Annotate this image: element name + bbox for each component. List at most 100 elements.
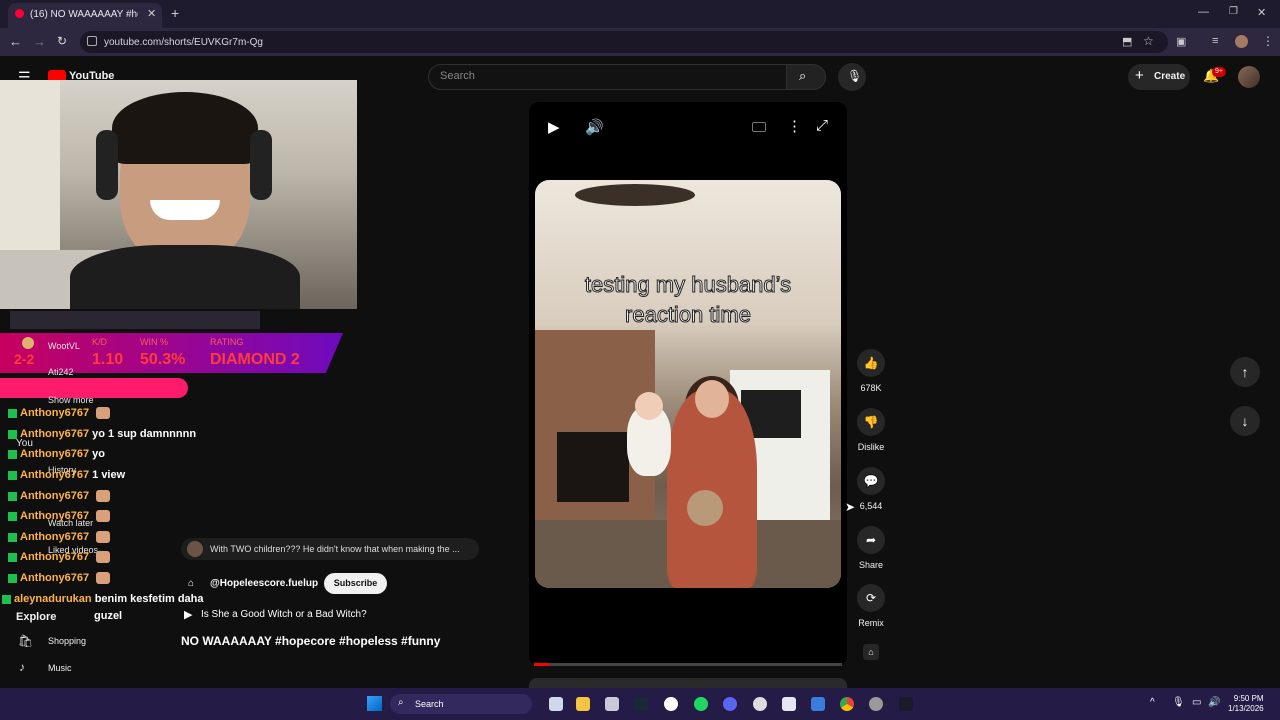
remix-icon: ⟳ <box>865 591 877 605</box>
fullscreen-icon[interactable]: ⤢ <box>816 117 828 134</box>
clock-date: 1/13/2026 <box>1228 704 1264 713</box>
account-avatar[interactable] <box>1238 66 1260 88</box>
windows-start-icon[interactable] <box>367 696 382 711</box>
woman-face <box>695 380 729 418</box>
sound-channel-icon[interactable]: ⌂ <box>863 644 879 660</box>
taskbar-search-box[interactable] <box>390 694 532 714</box>
mod-badge-icon <box>8 429 17 439</box>
minimize-icon[interactable]: — <box>1198 6 1209 18</box>
spotify-icon[interactable] <box>694 697 708 711</box>
video-caption: testing my husband’s reaction time <box>548 270 828 330</box>
search-icon: ⌕ <box>799 68 807 83</box>
share-button[interactable]: ➦ <box>857 526 885 554</box>
reading-list-icon[interactable]: ≡ <box>1212 35 1218 47</box>
chat-line: Anthony6767 <box>8 490 111 503</box>
file-explorer-icon[interactable] <box>576 697 590 711</box>
github-icon[interactable] <box>869 697 883 711</box>
play-icon[interactable]: ▶ <box>548 118 560 136</box>
next-short-button[interactable]: ↓ <box>1230 406 1260 436</box>
comments-button[interactable]: 💬 <box>857 467 885 495</box>
remix-button[interactable]: ⟳ <box>857 584 885 612</box>
tray-network-icon[interactable]: ▭ <box>1192 697 1201 708</box>
new-tab-icon[interactable]: + <box>171 5 179 21</box>
mouse-cursor-icon: ➤ <box>845 500 856 514</box>
top-comment-text: With TWO children??? He didn't know that… <box>210 544 460 554</box>
stat-kd: 1.10 <box>92 351 124 368</box>
browser-tabstrip <box>0 0 1280 28</box>
suggested-video-link[interactable]: Is She a Good Witch or a Bad Witch? <box>201 609 367 620</box>
volume-icon[interactable]: 🔊 <box>585 118 604 136</box>
headphone-right <box>250 130 272 200</box>
close-window-icon[interactable]: ✕ <box>1257 6 1266 19</box>
chat-line: Anthony6767 <box>8 510 111 523</box>
emote-icon <box>96 407 111 420</box>
emote-icon <box>96 551 111 564</box>
stat-win: 50.3% <box>140 351 186 368</box>
profile-avatar-icon[interactable] <box>1235 35 1248 48</box>
emote-icon <box>96 490 111 503</box>
thumbs-down-icon: 👎 <box>863 415 879 429</box>
reload-icon[interactable]: ↻ <box>57 34 67 48</box>
bookmark-star-icon[interactable]: ☆ <box>1143 34 1154 48</box>
close-tab-icon[interactable]: ✕ <box>147 7 156 20</box>
store-icon[interactable] <box>605 697 619 711</box>
emote-icon <box>96 531 111 544</box>
dislike-label: Dislike <box>857 442 885 452</box>
arrow-down-icon: ↓ <box>1241 413 1249 429</box>
previous-short-button[interactable]: ↑ <box>1230 357 1260 387</box>
next-short-peek <box>529 678 847 688</box>
share-arrow-icon: ➦ <box>865 533 877 547</box>
forward-icon[interactable]: → <box>33 34 46 49</box>
streamer-shirt <box>70 245 300 309</box>
progress-track[interactable] <box>534 663 842 666</box>
top-name-2: Ati242 <box>48 367 74 377</box>
url-text: youtube.com/shorts/EUVKGr7m-Qg <box>104 37 263 48</box>
app-icon[interactable] <box>811 697 825 711</box>
stat-label-win: WIN % <box>140 337 168 347</box>
progress-fill <box>534 663 549 666</box>
short-title: NO WAAAAAAY #hopecore #hopeless #funny <box>181 634 441 648</box>
install-app-icon[interactable]: ⬒ <box>1122 35 1132 48</box>
thumbs-up-icon: 👍 <box>863 356 879 370</box>
mod-badge-icon <box>8 511 17 521</box>
taskbar-clock[interactable]: 9:50 PM 1/13/2026 <box>1228 694 1264 714</box>
chat-line: Anthony6767 yo <box>8 448 105 460</box>
mod-badge-icon <box>8 449 17 459</box>
sidebar-shopping[interactable]: Shopping <box>48 636 86 646</box>
game-launcher-icon[interactable] <box>664 697 678 711</box>
captions-icon[interactable] <box>752 122 766 132</box>
taskbar-search-label: Search <box>415 699 444 709</box>
tray-mic-icon[interactable]: 🎙 <box>1172 697 1185 708</box>
tray-chevron-icon[interactable]: ^ <box>1150 697 1155 708</box>
chrome-icon[interactable] <box>840 697 854 711</box>
steam-icon[interactable] <box>634 697 648 711</box>
notepad-icon[interactable] <box>782 697 796 711</box>
sidebar-explore[interactable]: Explore <box>16 611 56 623</box>
comment-icon: 💬 <box>863 474 879 488</box>
subscribe-button[interactable]: Subscribe <box>324 573 387 594</box>
headphone-left <box>96 130 118 200</box>
like-button[interactable]: 👍 <box>857 349 885 377</box>
chat-line: Anthony6767 <box>8 572 111 585</box>
tray-volume-icon[interactable]: 🔊 <box>1208 697 1220 708</box>
discord-icon[interactable] <box>723 697 737 711</box>
sidebar-music[interactable]: Music <box>48 663 72 673</box>
top-name-1: WootVL <box>48 341 80 351</box>
obs-icon[interactable] <box>753 697 767 711</box>
terminal-icon[interactable] <box>899 697 913 711</box>
sidepanel-icon[interactable]: ▣ <box>1176 35 1186 48</box>
channel-handle[interactable]: @Hopeleescore.fuelup <box>210 578 318 589</box>
back-icon[interactable]: ← <box>9 34 22 49</box>
dislike-button[interactable]: 👎 <box>857 408 885 436</box>
short-video-frame[interactable] <box>535 180 841 588</box>
site-info-icon[interactable] <box>87 36 97 46</box>
arrow-up-icon: ↑ <box>1241 364 1249 380</box>
more-options-icon[interactable]: ⋮ <box>787 117 802 135</box>
task-view-icon[interactable] <box>549 697 563 711</box>
restore-icon[interactable]: ❐ <box>1229 6 1238 17</box>
chat-line: aleynadurukan benim kesfetim daha <box>2 593 204 605</box>
search-input[interactable] <box>428 64 787 90</box>
browser-menu-icon[interactable]: ⋮ <box>1262 34 1274 48</box>
create-label: Create <box>1154 71 1186 82</box>
sidebar-show-more[interactable]: Show more <box>48 395 94 405</box>
